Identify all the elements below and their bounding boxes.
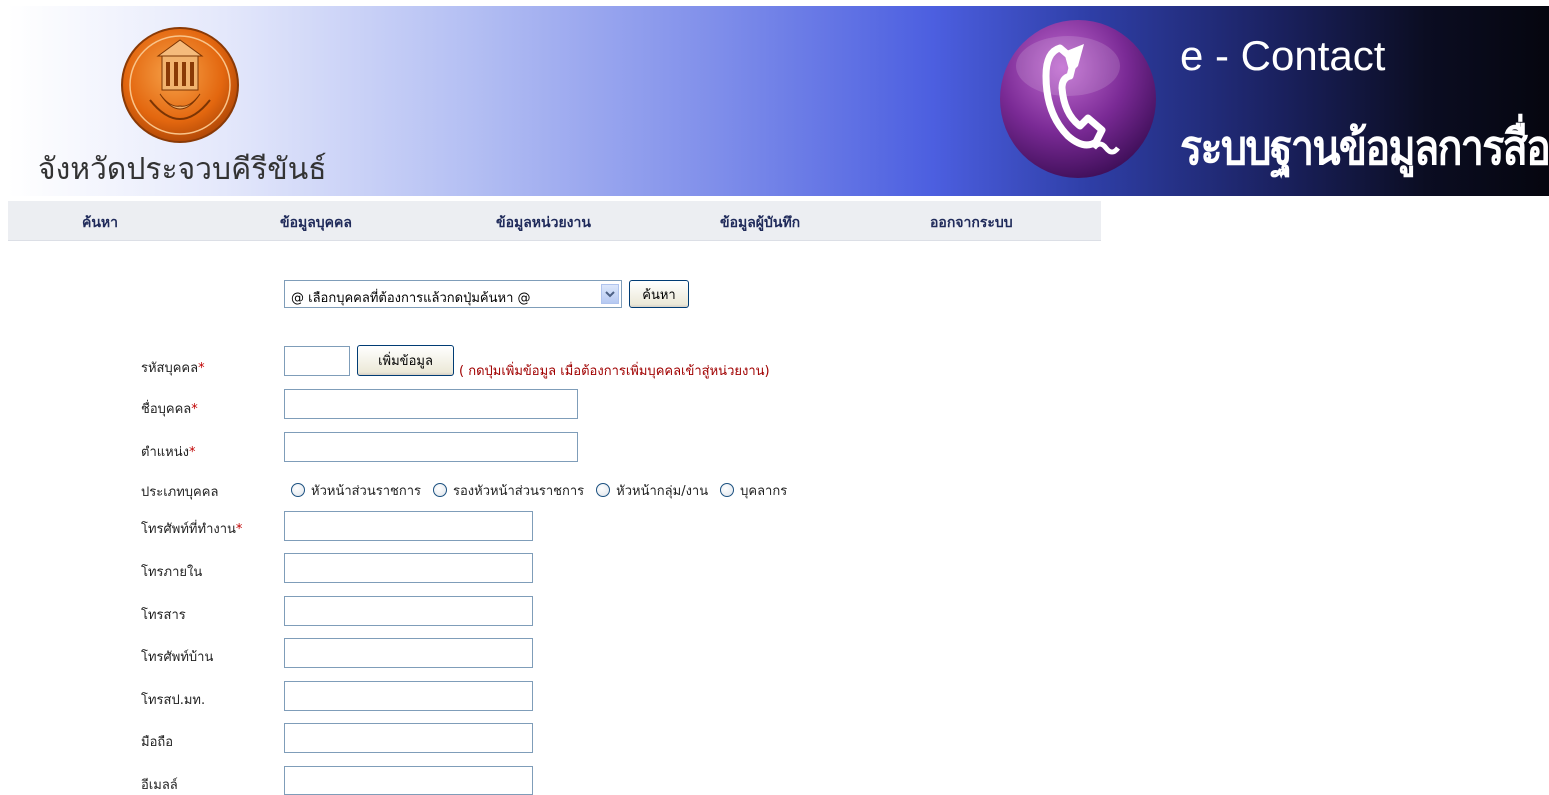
person-type-label: ประเภทบุคคล	[141, 485, 219, 500]
add-hint-text: ( กดปุ่มเพิ่มข้อมูล เมื่อต้องการเพิ่มบุค…	[459, 364, 770, 379]
position-label: ตำแหน่ง*	[141, 445, 196, 460]
nav-logout[interactable]: ออกจากระบบ	[930, 212, 1013, 234]
nav-agency-info[interactable]: ข้อมูลหน่วยงาน	[496, 212, 591, 234]
type-radio-head[interactable]	[291, 483, 305, 497]
mobile-label: มือถือ	[141, 735, 174, 750]
type-radio-staff-label: บุคลากร	[740, 483, 788, 499]
person-code-label: รหัสบุคคล*	[141, 361, 205, 376]
interior-phone-label: โทรสป.มท.	[141, 693, 206, 708]
nav-person-info[interactable]: ข้อมูลบุคคล	[280, 212, 352, 234]
type-radio-head-label: หัวหน้าส่วนราชการ	[311, 483, 422, 499]
header-banner: จังหวัดประจวบคีรีขันธ์ e - Contact ระบบฐ…	[8, 6, 1549, 196]
internal-phone-label: โทรภายใน	[141, 565, 203, 580]
add-data-button[interactable]: เพิ่มข้อมูล	[357, 345, 454, 376]
person-select[interactable]: @ เลือกบุคคลที่ต้องการแล้วกดปุ่มค้นหา @	[284, 280, 622, 308]
type-radio-deputy[interactable]	[433, 483, 448, 497]
interior-phone-input[interactable]	[284, 681, 533, 711]
phone-logo-icon	[1000, 20, 1156, 178]
nav-search[interactable]: ค้นหา	[82, 212, 118, 234]
app-subtitle: ระบบฐานข้อมูลการสื่อสาร	[1180, 120, 1549, 176]
home-phone-label: โทรศัพท์บ้าน	[141, 650, 214, 665]
person-name-label: ชื่อบุคคล*	[141, 402, 198, 417]
search-button[interactable]: ค้นหา	[629, 280, 689, 308]
office-phone-label: โทรศัพท์ที่ทำงาน*	[141, 522, 243, 537]
fax-label: โทรสาร	[141, 608, 186, 623]
fax-input[interactable]	[284, 596, 533, 626]
position-input[interactable]	[284, 432, 578, 462]
email-input[interactable]	[284, 766, 533, 795]
person-code-input[interactable]	[284, 346, 350, 376]
province-name: จังหวัดประจวบคีรีขันธ์	[38, 152, 327, 187]
person-name-input[interactable]	[284, 389, 578, 419]
app-title: e - Contact	[1180, 32, 1386, 79]
main-nav: ค้นหา ข้อมูลบุคคล ข้อมูลหน่วยงาน ข้อมูลผ…	[8, 201, 1101, 241]
person-type-radio-group: หัวหน้าส่วนราชการ รองหัวหน้าส่วนราชการ ห…	[291, 480, 799, 500]
email-label: อีเมลล์	[141, 778, 178, 793]
home-phone-input[interactable]	[284, 638, 533, 668]
type-radio-deputy-label: รองหัวหน้าส่วนราชการ	[453, 483, 585, 499]
mobile-input[interactable]	[284, 723, 533, 753]
chevron-down-icon[interactable]	[601, 284, 619, 304]
person-select-value: @ เลือกบุคคลที่ต้องการแล้วกดปุ่มค้นหา @	[291, 291, 531, 306]
type-radio-group-head[interactable]	[596, 483, 611, 497]
nav-recorder-info[interactable]: ข้อมูลผู้บันทึก	[720, 212, 800, 234]
type-radio-staff[interactable]	[720, 483, 735, 497]
type-radio-group-head-label: หัวหน้ากลุ่ม/งาน	[616, 483, 709, 499]
internal-phone-input[interactable]	[284, 553, 533, 583]
office-phone-input[interactable]	[284, 511, 533, 541]
province-seal-icon	[121, 27, 239, 143]
